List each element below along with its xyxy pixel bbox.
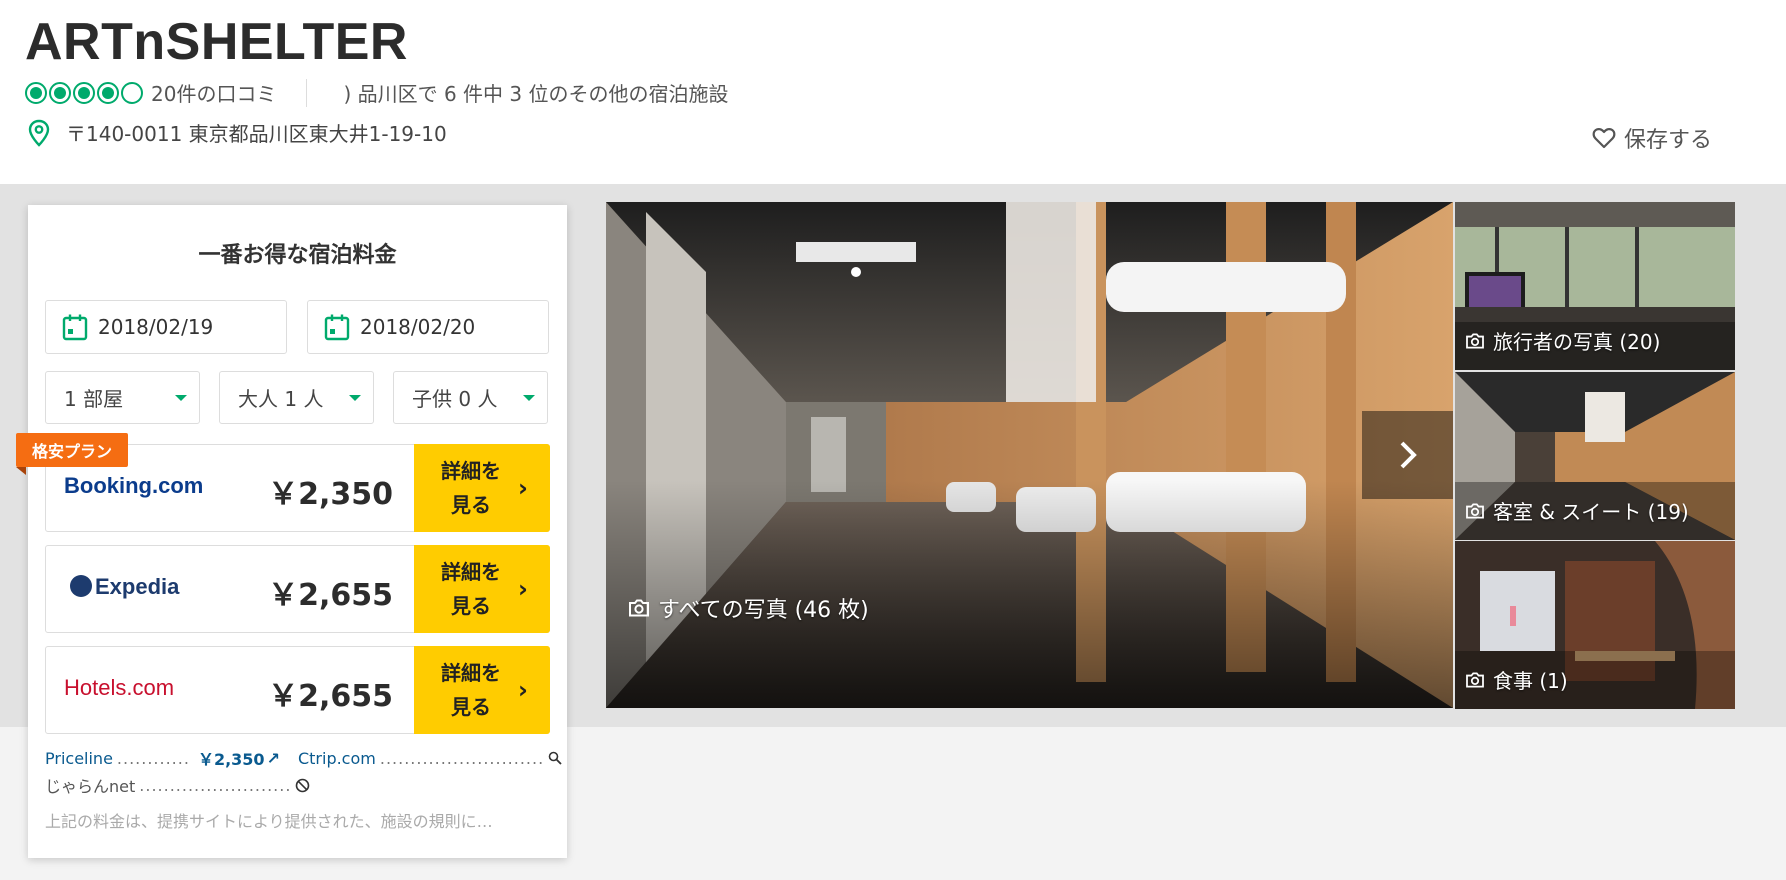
calendar-icon [62,314,88,341]
rating-bubble-icon [25,81,47,104]
children-value: 子供 0 人 [412,387,498,411]
provider-logo: Expedia [70,574,179,600]
offer-row: Hotels.com ￥2,655 詳細を見る › [45,646,550,734]
adults-select[interactable]: 大人 1 人 [219,371,374,424]
traveler-photos-text: 旅行者の写真 (20) [1493,330,1661,354]
view-deal-button[interactable]: 詳細を見る › [414,444,550,532]
camera-icon [629,599,649,617]
search-icon [548,751,562,765]
all-photos-label[interactable]: すべての写真 (46 枚) [628,592,869,624]
address-text: 〒140-0011 東京都品川区東大井1-19-10 [66,122,447,146]
children-select[interactable]: 子供 0 人 [393,371,548,424]
dining-photos-text: 食事 (1) [1493,669,1568,693]
rating-bubbles [25,81,143,104]
checkout-field[interactable]: 2018/02/20 [307,300,549,354]
checkin-field[interactable]: 2018/02/19 [45,300,287,354]
rooms-value: 1 部屋 [64,387,124,411]
jalan-link[interactable]: じゃらんnet [45,773,135,797]
more-offers-row: じゃらんnet ......................... [45,773,310,797]
card-title: 一番お得な宿泊料金 [198,243,397,268]
map-pin-icon [28,119,50,147]
dropdown-caret-icon [523,395,535,401]
expedia-globe-icon [70,575,92,598]
offer-price: ￥2,350 [268,477,393,512]
calendar-icon [324,314,350,341]
provider-name: Expedia [95,574,180,599]
rating-bubble-icon [49,81,71,104]
save-label: 保存する [1624,128,1713,153]
chevron-right-icon: › [518,474,528,502]
offer-row: Expedia ￥2,655 詳細を見る › [45,545,550,633]
rating-bubble-icon [121,81,143,104]
hostel-corridor-image [606,202,1453,708]
deal-badge: 格安プラン [16,433,129,475]
chevron-right-icon [1400,441,1417,469]
ranking-text: ) 品川区で 6 件中 3 位のその他の宿泊施設 [343,82,729,106]
page-title: ARTnSHELTER [25,13,408,71]
external-link-icon: ↗ [266,748,280,768]
leader-dots: ........................... [379,748,545,768]
rating-bubble-icon [73,81,95,104]
reviews-link[interactable]: 20件の口コミ [151,78,276,107]
disclaimer-text: 上記の料金は、提携サイトにより提供された、施設の規則に… [45,812,493,831]
next-photo-button[interactable] [1362,411,1453,499]
heart-icon [1592,127,1616,149]
adults-value: 大人 1 人 [238,387,324,411]
chevron-right-icon: › [518,575,528,603]
dining-photos-thumb[interactable]: 食事 (1) [1455,541,1735,709]
view-deal-button[interactable]: 詳細を見る › [414,646,550,734]
ctrip-link[interactable]: Ctrip.com [298,749,376,768]
camera-icon [1466,332,1484,349]
view-deal-label: 詳細を見る [441,459,502,517]
traveler-photos-thumb[interactable]: 旅行者の写真 (20) [1455,202,1735,370]
view-deal-label: 詳細を見る [441,560,502,618]
dining-photos-label: 食事 (1) [1465,665,1568,694]
rooms-select[interactable]: 1 部屋 [45,371,200,424]
camera-icon [1466,671,1484,688]
all-photos-text: すべての写真 (46 枚) [658,598,869,623]
save-button[interactable]: 保存する [1592,122,1712,154]
address-row: 〒140-0011 東京都品川区東大井1-19-10 [28,118,447,147]
chevron-right-icon: › [518,676,528,704]
rooms-photos-label: 客室 & スイート (19) [1465,496,1689,525]
leader-dots: ......................... [139,775,292,795]
provider-logo: Booking.com [64,473,204,498]
dropdown-caret-icon [175,395,187,401]
checkin-value: 2018/02/19 [98,315,214,339]
main-photo[interactable]: すべての写真 (46 枚) [606,202,1453,708]
rooms-photos-thumb[interactable]: 客室 & スイート (19) [1455,372,1735,540]
divider [306,78,308,107]
provider-logo: Hotels.com [64,675,175,700]
rooms-photos-text: 客室 & スイート (19) [1493,500,1689,524]
more-offers-row: Priceline ............ ￥2,350 ↗ Ctrip.co… [45,746,562,770]
rating-bubble-icon [97,81,119,104]
offer-price: ￥2,655 [268,679,393,714]
priceline-price[interactable]: ￥2,350 [198,746,265,770]
checkout-value: 2018/02/20 [360,315,476,339]
unavailable-icon [296,778,310,792]
leader-dots: ............ [116,748,190,768]
price-card: 一番お得な宿泊料金 2018/02/19 2018/02/20 1 部屋 大人 … [16,205,567,858]
priceline-link[interactable]: Priceline [45,749,113,768]
header: ARTnSHELTER 20件の口コミ ) 品川区で 6 件中 3 位のその他の… [0,0,1786,184]
camera-icon [1466,502,1484,519]
rating-row: 20件の口コミ ) 品川区で 6 件中 3 位のその他の宿泊施設 [25,78,729,107]
traveler-photos-label: 旅行者の写真 (20) [1465,326,1660,355]
view-deal-button[interactable]: 詳細を見る › [414,545,550,633]
dropdown-caret-icon [349,395,361,401]
view-deal-label: 詳細を見る [441,661,502,719]
offer-price: ￥2,655 [268,578,393,613]
